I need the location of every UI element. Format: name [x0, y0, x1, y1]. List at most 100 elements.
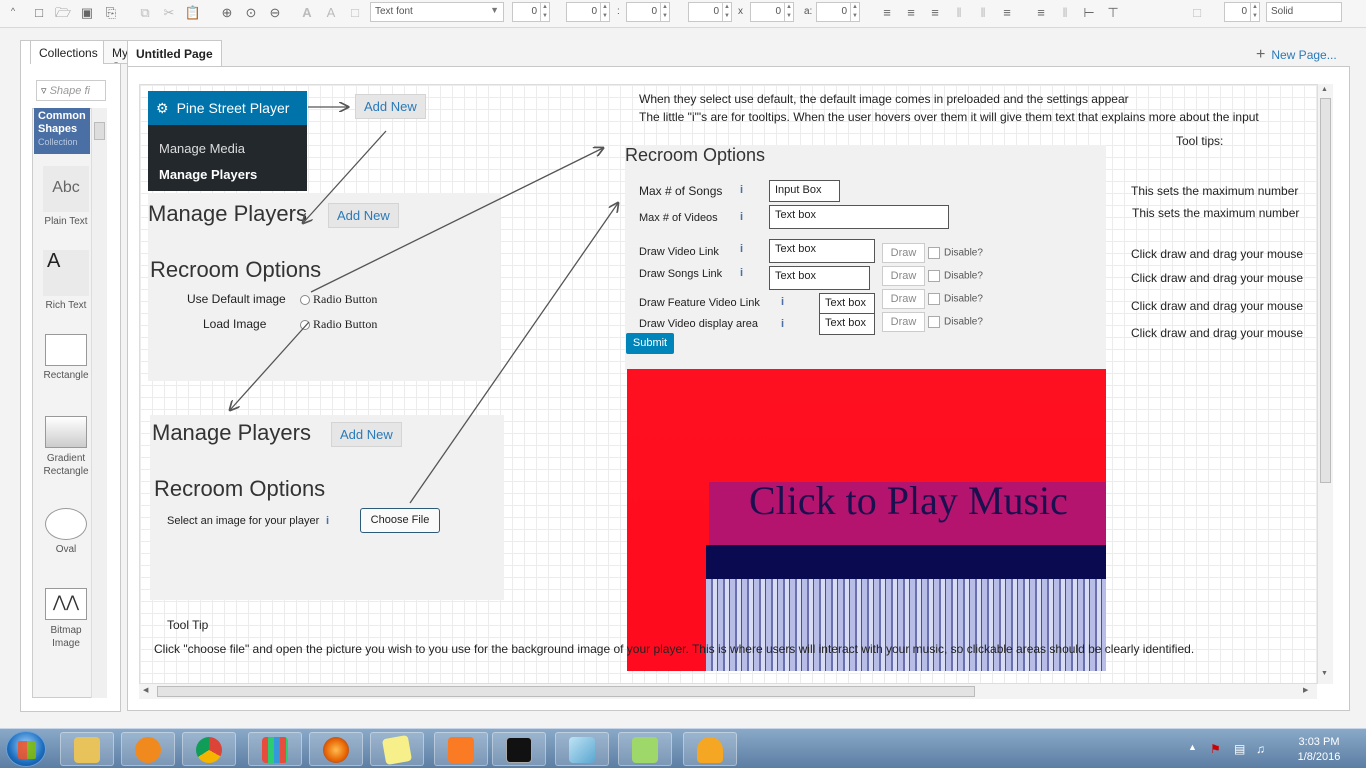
taskbar-xampp[interactable]	[434, 732, 488, 766]
home-app-icon	[697, 737, 723, 763]
tab-collections[interactable]: Collections	[30, 40, 107, 64]
spinner-icon[interactable]: ▲ ▼	[540, 3, 549, 21]
zoom-fit-icon[interactable]: ⊙	[242, 4, 260, 22]
font-size-field[interactable]: 0 ▲ ▼	[512, 2, 550, 22]
scroll-right-icon[interactable]: ▶	[1303, 686, 1308, 694]
align-right-icon[interactable]: ≡	[926, 4, 944, 22]
taskbar-sticky-notes[interactable]	[370, 732, 424, 766]
distribute-v-icon[interactable]: ‖	[1056, 4, 1074, 22]
firefox-icon	[323, 737, 349, 763]
align-center-icon[interactable]: ≡	[902, 4, 920, 22]
sticky-notes-icon	[381, 734, 413, 766]
x-field[interactable]: 0 ▲ ▼	[566, 2, 610, 22]
taskbar-firefox[interactable]	[309, 732, 363, 766]
paste-icon[interactable]: 📋	[184, 4, 202, 22]
shape-oval[interactable]: Oval	[42, 508, 90, 555]
scroll-up-icon[interactable]: ▲	[1321, 86, 1328, 93]
align-top-icon[interactable]: ‖	[950, 4, 968, 22]
tray-expand-icon[interactable]: ▲	[1188, 742, 1197, 752]
align-left-icon[interactable]: ≡	[878, 4, 896, 22]
shape-plain-text[interactable]: Abc Plain Text	[42, 166, 90, 227]
volume-icon[interactable]: ♫	[1256, 742, 1265, 756]
text-color-icon[interactable]: A	[322, 4, 340, 22]
align-middle-icon[interactable]: ‖	[974, 4, 992, 22]
angle-field[interactable]: 0 ▲ ▼	[816, 2, 860, 22]
cut-icon[interactable]: ✂	[160, 4, 178, 22]
taskbar-notepad-plus[interactable]	[618, 732, 672, 766]
same-width-icon[interactable]: ⊢	[1080, 4, 1098, 22]
spinner-icon[interactable]: ▲ ▼	[722, 3, 731, 21]
y-field[interactable]: 0 ▲ ▼	[626, 2, 670, 22]
network-icon[interactable]: ▤	[1234, 742, 1245, 756]
canvas-vertical-scrollbar[interactable]: ▲ ▼	[1317, 84, 1333, 684]
scroll-thumb[interactable]	[157, 686, 975, 697]
plain-text-thumb: Abc	[43, 166, 89, 212]
arrow-choosefile-to-form	[409, 203, 618, 504]
copy-icon[interactable]: ⧉	[136, 4, 154, 22]
taskbar-wireframe-app[interactable]	[555, 732, 609, 766]
shape-label: Oval	[55, 544, 77, 555]
same-height-icon[interactable]: ⊤	[1104, 4, 1122, 22]
start-button[interactable]	[6, 731, 46, 767]
rich-text-thumb: A	[43, 250, 89, 296]
taskbar-command-prompt[interactable]	[492, 732, 546, 766]
gradient-rectangle-thumb	[45, 416, 87, 448]
action-center-icon[interactable]: ⚑	[1210, 742, 1221, 756]
scroll-down-icon[interactable]: ▼	[1321, 670, 1328, 677]
shapes-scrollbar[interactable]	[91, 108, 107, 698]
line-style-select[interactable]: Solid	[1266, 2, 1342, 22]
drawing-canvas[interactable]: ⚙ Pine Street Player Manage Media Manage …	[139, 84, 1320, 684]
chevron-down-icon: ▼	[490, 5, 499, 15]
collapse-icon[interactable]: ^	[4, 2, 22, 20]
taskbar-media-player[interactable]	[121, 732, 175, 766]
zoom-in-icon[interactable]: ⊕	[218, 4, 236, 22]
y-value: 0	[651, 6, 657, 17]
zoom-out-icon[interactable]: ⊖	[266, 4, 284, 22]
x-y-separator: :	[617, 6, 620, 17]
taskbar-home-app[interactable]	[683, 732, 737, 766]
line-width-field[interactable]: 0 ▲ ▼	[1224, 2, 1260, 22]
width-field[interactable]: 0 ▲ ▼	[688, 2, 732, 22]
spinner-icon[interactable]: ▲ ▼	[1250, 3, 1259, 21]
spinner-icon[interactable]: ▲ ▼	[660, 3, 669, 21]
shape-gradient-rectangle[interactable]: Gradient Rectangle	[42, 416, 90, 478]
common-shapes-group[interactable]: Common Shapes Collection	[34, 108, 90, 154]
scroll-left-icon[interactable]: ◀	[143, 686, 148, 694]
spinner-icon[interactable]: ▲ ▼	[850, 3, 859, 21]
new-page-button[interactable]: + New Page...	[1256, 46, 1337, 64]
text-effect-icon[interactable]: □	[346, 4, 364, 22]
command-prompt-icon	[506, 737, 532, 763]
taskbar-chrome[interactable]	[182, 732, 236, 766]
new-file-icon[interactable]: □	[30, 4, 48, 22]
system-clock[interactable]: 3:03 PM 1/8/2016	[1284, 735, 1354, 765]
canvas-horizontal-scrollbar[interactable]: ◀ ▶	[139, 683, 1317, 699]
shape-rectangle[interactable]: Rectangle	[42, 334, 90, 381]
shape-rich-text[interactable]: A Rich Text	[42, 250, 90, 311]
justify-icon[interactable]: ≡	[998, 4, 1016, 22]
bitmap-image-icon: ⋀⋀	[45, 588, 87, 620]
fill-color-icon[interactable]: □	[1188, 4, 1206, 22]
open-folder-icon[interactable]: 🗁	[54, 4, 72, 22]
print-icon[interactable]: ⎘	[102, 4, 120, 22]
height-value: 0	[775, 6, 781, 17]
font-select[interactable]: Text font ▼	[370, 2, 504, 22]
xampp-icon	[448, 737, 474, 763]
shape-bitmap-image[interactable]: ⋀⋀ Bitmap Image	[42, 588, 90, 650]
taskbar-apps[interactable]	[248, 732, 302, 766]
chrome-icon	[196, 737, 222, 763]
spinner-icon[interactable]: ▲ ▼	[784, 3, 793, 21]
taskbar-explorer[interactable]	[60, 732, 114, 766]
arrow-addnew-to-manage	[303, 130, 387, 223]
arrow-load-to-panel	[230, 321, 310, 410]
text-style-icon[interactable]: A	[298, 4, 316, 22]
shape-label: Rectangle	[43, 370, 89, 381]
shape-search-input[interactable]: ▿ Shape fi	[36, 80, 106, 101]
scroll-thumb[interactable]	[1320, 98, 1331, 483]
tab-untitled-page[interactable]: Untitled Page	[127, 40, 222, 66]
spinner-icon[interactable]: ▲ ▼	[600, 3, 609, 21]
save-icon[interactable]: ▣	[78, 4, 96, 22]
height-field[interactable]: 0 ▲ ▼	[750, 2, 794, 22]
scroll-thumb[interactable]	[94, 122, 105, 140]
distribute-h-icon[interactable]: ≡	[1032, 4, 1050, 22]
angle-label: a:	[804, 6, 813, 17]
